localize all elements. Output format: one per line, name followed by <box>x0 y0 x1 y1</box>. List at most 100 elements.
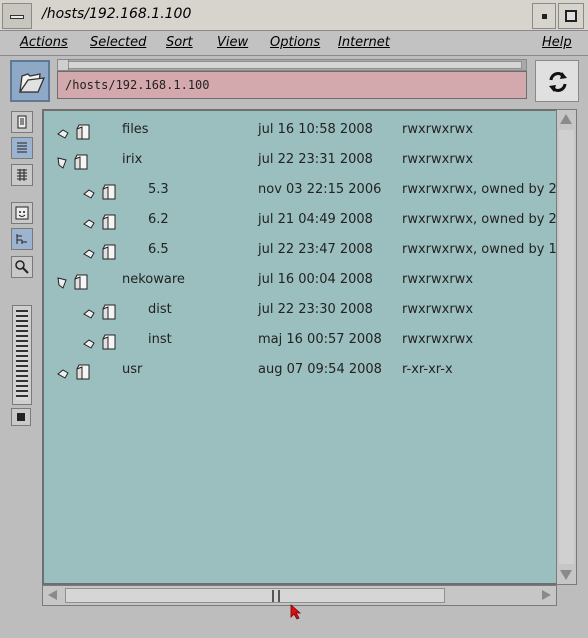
detail-view-button[interactable] <box>11 164 33 186</box>
scroll-left-icon[interactable] <box>45 588 60 603</box>
file-permissions: rwxrwxrwx <box>402 272 474 287</box>
horizontal-scroll-thumb[interactable] <box>65 588 445 603</box>
file-row[interactable]: 6.2 jul 21 04:49 2008 rwxrwxrwx, owned by … <box>44 205 559 233</box>
collapsed-arrow-icon[interactable] <box>82 188 96 200</box>
magnifier-icon <box>15 260 29 274</box>
folder-icon <box>74 274 88 290</box>
collapsed-arrow-icon[interactable] <box>82 218 96 230</box>
icon-size-slider[interactable] <box>12 305 32 405</box>
list-view-icon <box>17 142 27 153</box>
face-view-button[interactable] <box>11 202 33 224</box>
file-name[interactable]: inst <box>148 332 172 347</box>
file-permissions: rwxrwxrwx <box>402 302 474 317</box>
folder-icon <box>76 364 90 380</box>
menu-options[interactable]: Options <box>270 35 320 50</box>
menu-help[interactable]: Help <box>542 35 572 50</box>
row-icons <box>56 123 92 145</box>
folder-icon <box>102 214 116 230</box>
expanded-arrow-icon[interactable] <box>56 276 68 290</box>
vertical-scroll-track[interactable] <box>559 130 574 564</box>
tree-icon <box>16 234 27 244</box>
file-date: jul 16 10:58 2008 <box>258 122 373 137</box>
folder-icon <box>102 244 116 260</box>
menu-actions[interactable]: Actions <box>20 35 68 50</box>
collapsed-arrow-icon[interactable] <box>82 248 96 260</box>
slider-reset-button[interactable] <box>11 408 31 426</box>
row-icons <box>82 213 118 235</box>
scroll-down-icon[interactable] <box>558 566 575 583</box>
file-row[interactable]: irix jul 22 23:31 2008 rwxrwxrwx <box>44 145 559 173</box>
file-name[interactable]: dist <box>148 302 172 317</box>
file-permissions: rwxrwxrwx <box>402 152 474 167</box>
row-icons <box>56 363 92 385</box>
file-name[interactable]: 6.5 <box>148 242 169 257</box>
row-icons <box>82 243 118 265</box>
open-folder-icon <box>18 73 46 93</box>
menu-selected[interactable]: Selected <box>90 35 146 50</box>
row-icons <box>82 303 118 325</box>
file-row[interactable]: usr aug 07 09:54 2008 r-xr-xr-x <box>44 355 559 383</box>
file-date: jul 22 23:31 2008 <box>258 152 373 167</box>
mouse-cursor-icon <box>290 604 302 620</box>
collapsed-arrow-icon[interactable] <box>56 128 70 140</box>
collapsed-arrow-icon[interactable] <box>56 368 70 380</box>
file-row[interactable]: files jul 16 10:58 2008 rwxrwxrwx <box>44 115 559 143</box>
file-name[interactable]: nekoware <box>122 272 185 287</box>
scroll-up-icon[interactable] <box>558 111 575 128</box>
file-row[interactable]: 5.3 nov 03 22:15 2006 rwxrwxrwx, owned by … <box>44 175 559 203</box>
row-icons <box>56 153 90 175</box>
file-permissions: rwxrwxrwx, owned by 21 <box>402 212 557 227</box>
maximize-button[interactable] <box>558 3 584 29</box>
square-icon <box>17 413 25 421</box>
scroll-corner <box>557 585 577 606</box>
folder-icon <box>74 154 88 170</box>
tree-view-button[interactable] <box>11 228 33 250</box>
file-permissions: rwxrwxrwx <box>402 122 474 137</box>
file-date: maj 16 00:57 2008 <box>258 332 382 347</box>
file-date: jul 22 23:47 2008 <box>258 242 373 257</box>
window-menu-button[interactable] <box>2 3 32 29</box>
menu-bar: Actions Selected Sort View Options Inter… <box>0 31 588 56</box>
vertical-scrollbar[interactable] <box>556 109 577 585</box>
file-date: jul 16 00:04 2008 <box>258 272 373 287</box>
row-icons <box>82 333 118 355</box>
file-row[interactable]: dist jul 22 23:30 2008 rwxrwxrwx <box>44 295 559 323</box>
desk-view-button[interactable] <box>11 111 33 133</box>
menu-view[interactable]: View <box>217 35 248 50</box>
row-icons <box>82 183 118 205</box>
file-date: aug 07 09:54 2008 <box>258 362 382 377</box>
refresh-icon <box>549 72 567 92</box>
file-date: jul 21 04:49 2008 <box>258 212 373 227</box>
scroll-right-icon[interactable] <box>539 588 554 603</box>
file-permissions: rwxrwxrwx, owned by 10 <box>402 242 557 257</box>
expanded-arrow-icon[interactable] <box>56 156 68 170</box>
open-folder-button[interactable] <box>10 60 50 102</box>
list-view-button[interactable] <box>11 137 33 159</box>
collapsed-arrow-icon[interactable] <box>82 338 96 350</box>
path-text: /hosts/192.168.1.100 <box>65 78 210 92</box>
folder-icon <box>102 304 116 320</box>
file-rows: files jul 16 10:58 2008 rwxrwxrwx irix jul 2… <box>44 111 559 581</box>
file-permissions: rwxrwxrwx <box>402 332 474 347</box>
file-row[interactable]: nekoware jul 16 00:04 2008 rwxrwxrwx <box>44 265 559 293</box>
find-button[interactable] <box>11 256 33 278</box>
collapsed-arrow-icon[interactable] <box>82 308 96 320</box>
menu-sort[interactable]: Sort <box>166 35 193 50</box>
path-history-slider[interactable] <box>57 59 527 71</box>
refresh-button[interactable] <box>535 60 579 102</box>
file-row[interactable]: inst maj 16 00:57 2008 rwxrwxrwx <box>44 325 559 353</box>
file-name[interactable]: irix <box>122 152 142 167</box>
file-name[interactable]: 6.2 <box>148 212 169 227</box>
folder-icon <box>76 124 90 140</box>
file-row[interactable]: 6.5 jul 22 23:47 2008 rwxrwxrwx, owned by … <box>44 235 559 263</box>
menu-internet[interactable]: Internet <box>338 35 390 50</box>
desk-icon <box>17 115 27 129</box>
file-permissions: rwxrwxrwx, owned by 21 <box>402 182 557 197</box>
detail-view-icon <box>17 169 27 181</box>
horizontal-scrollbar[interactable] <box>42 585 557 606</box>
file-name[interactable]: 5.3 <box>148 182 169 197</box>
minimize-button[interactable] <box>532 3 556 29</box>
file-name[interactable]: files <box>122 122 149 137</box>
file-date: nov 03 22:15 2006 <box>258 182 382 197</box>
file-name[interactable]: usr <box>122 362 142 377</box>
